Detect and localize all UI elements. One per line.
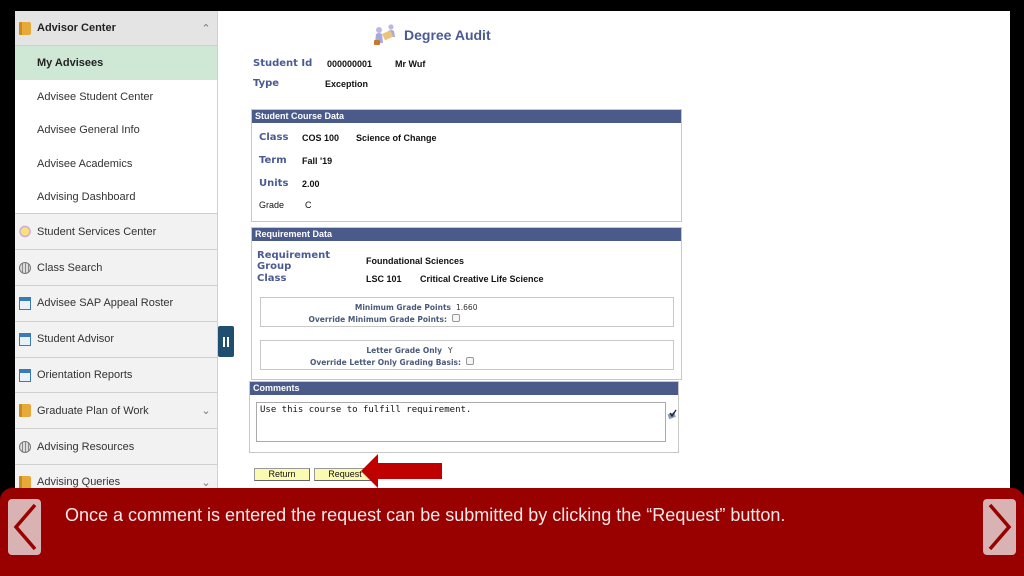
- type-row: Type Exception: [253, 78, 368, 89]
- student-name-value: Mr Wuf: [395, 58, 426, 69]
- requirement-class-label: Class: [257, 273, 287, 284]
- course-term-row: Term Fall '19: [259, 155, 332, 166]
- requirement-data-panel: Requirement Data Requirement Group Found…: [251, 227, 682, 380]
- grade-value: C: [305, 200, 312, 210]
- sidebar-header-label: Advisor Center: [37, 22, 116, 34]
- sidebar-collapse-toggle[interactable]: [218, 326, 234, 357]
- pause-bar-icon: [223, 336, 225, 347]
- next-slide-button[interactable]: [983, 499, 1016, 555]
- sidebar-item-student-services-center[interactable]: Student Services Center: [15, 214, 217, 251]
- sidebar-item-my-advisees[interactable]: My Advisees: [15, 46, 217, 80]
- spell-check-icon[interactable]: [667, 406, 677, 420]
- sidebar-item-advisee-sap-appeal-roster[interactable]: Advisee SAP Appeal Roster: [15, 286, 217, 322]
- window-icon: [19, 368, 31, 382]
- sidebar: Advisor Center ⌃ My Advisees Advisee Stu…: [15, 11, 218, 501]
- chevron-up-icon[interactable]: ⌃: [195, 22, 217, 35]
- panel-header: Student Course Data: [252, 110, 681, 123]
- panel-header: Comments: [250, 382, 678, 395]
- requirement-group-row: Requirement Group Foundational Sciences: [257, 250, 464, 272]
- type-value: Exception: [325, 78, 369, 89]
- student-id-row: Student Id 000000001 Mr Wuf: [253, 58, 425, 69]
- pause-bar-icon: [227, 336, 229, 347]
- sidebar-item-advisee-academics[interactable]: Advisee Academics: [15, 147, 217, 181]
- sidebar-header-advisor-center[interactable]: Advisor Center ⌃: [15, 11, 217, 46]
- class-title: Science of Change: [356, 132, 437, 143]
- min-grade-points-value: 1.660: [456, 303, 478, 312]
- term-label: Term: [259, 155, 287, 166]
- student-course-data-panel: Student Course Data Class COS 100 Scienc…: [251, 109, 682, 222]
- degree-audit-icon: [372, 23, 398, 47]
- type-label: Type: [253, 78, 280, 89]
- override-min-grade-checkbox[interactable]: [452, 314, 460, 322]
- course-units-row: Units 2.00: [259, 178, 320, 189]
- book-icon: [19, 21, 31, 35]
- sidebar-item-label: Class Search: [37, 261, 103, 274]
- requirement-class-code: LSC 101: [366, 273, 402, 284]
- sidebar-item-orientation-reports[interactable]: Orientation Reports: [15, 357, 217, 394]
- override-min-grade-label: Override Minimum Grade Points:: [308, 315, 447, 324]
- student-id-value: 000000001: [327, 58, 373, 69]
- lightbulb-icon: [19, 225, 31, 239]
- sidebar-item-label: Advising Queries: [37, 476, 121, 489]
- units-value: 2.00: [302, 178, 320, 189]
- page-title-text: Degree Audit: [404, 27, 491, 43]
- sidebar-item-label: Advising Resources: [37, 440, 135, 453]
- sidebar-item-class-search[interactable]: Class Search: [15, 250, 217, 287]
- letter-grade-only-box: Letter Grade Only Y Override Letter Only…: [260, 340, 674, 370]
- page-title: Degree Audit: [372, 23, 491, 47]
- globe-icon: [19, 440, 31, 453]
- callout-arrow-icon: [361, 454, 442, 488]
- course-class-row: Class COS 100 Science of Change: [259, 132, 437, 143]
- course-grade-row: Grade C: [259, 200, 312, 210]
- min-grade-points-label: Minimum Grade Points: [354, 303, 451, 312]
- sidebar-item-label: Student Advisor: [37, 333, 115, 346]
- main-content: Degree Audit Student Id 000000001 Mr Wuf…: [234, 11, 1010, 501]
- tutorial-caption-bar: Once a comment is entered the request ca…: [0, 488, 1024, 576]
- sidebar-item-advisee-general-info[interactable]: Advisee General Info: [15, 113, 217, 148]
- requirement-group-value: Foundational Sciences: [366, 256, 465, 266]
- sidebar-item-label: Advisee SAP Appeal Roster: [37, 297, 174, 310]
- class-code: COS 100: [302, 132, 340, 143]
- window-icon: [19, 332, 31, 346]
- override-letter-grading-checkbox[interactable]: [466, 357, 474, 365]
- requirement-group-label: Requirement Group: [257, 250, 331, 272]
- book-icon: [19, 404, 31, 418]
- units-label: Units: [259, 178, 289, 189]
- override-letter-grading-label: Override Letter Only Grading Basis:: [309, 358, 461, 367]
- sidebar-item-student-advisor[interactable]: Student Advisor: [15, 321, 217, 358]
- chevron-right-icon: [988, 503, 1011, 551]
- panel-header: Requirement Data: [252, 228, 681, 241]
- chevron-down-icon[interactable]: ⌄: [195, 476, 217, 489]
- book-icon: [19, 475, 31, 489]
- sidebar-item-advising-resources[interactable]: Advising Resources: [15, 429, 217, 466]
- chevron-down-icon[interactable]: ⌄: [195, 404, 217, 417]
- globe-icon: [19, 261, 31, 274]
- term-value: Fall '19: [302, 155, 333, 166]
- comment-textarea[interactable]: [256, 402, 666, 442]
- return-button[interactable]: Return: [254, 468, 310, 481]
- student-id-label: Student Id: [253, 58, 313, 69]
- requirement-class-title: Critical Creative Life Science: [420, 273, 544, 284]
- min-grade-points-box: Minimum Grade Points 1.660 Override Mini…: [260, 297, 674, 327]
- grade-label: Grade: [259, 200, 285, 210]
- requirement-class-row: Class LSC 101 Critical Creative Life Sci…: [257, 273, 544, 284]
- sidebar-item-label: Student Services Center: [37, 225, 157, 238]
- letter-grade-only-label: Letter Grade Only: [366, 346, 442, 355]
- caption-text: Once a comment is entered the request ca…: [65, 505, 786, 525]
- comments-panel: Comments: [249, 381, 679, 453]
- sidebar-item-label: Graduate Plan of Work: [37, 404, 149, 417]
- class-label: Class: [259, 132, 289, 143]
- sidebar-item-advising-dashboard[interactable]: Advising Dashboard: [15, 180, 217, 215]
- sidebar-item-advisee-student-center[interactable]: Advisee Student Center: [15, 79, 217, 114]
- sidebar-item-graduate-plan-of-work[interactable]: Graduate Plan of Work ⌄: [15, 393, 217, 430]
- chevron-left-icon: [13, 503, 36, 551]
- app-window: Advisor Center ⌃ My Advisees Advisee Stu…: [15, 11, 1010, 501]
- letter-grade-only-value: Y: [448, 346, 453, 355]
- previous-slide-button[interactable]: [8, 499, 41, 555]
- window-icon: [19, 296, 31, 310]
- sidebar-item-label: Orientation Reports: [37, 369, 133, 382]
